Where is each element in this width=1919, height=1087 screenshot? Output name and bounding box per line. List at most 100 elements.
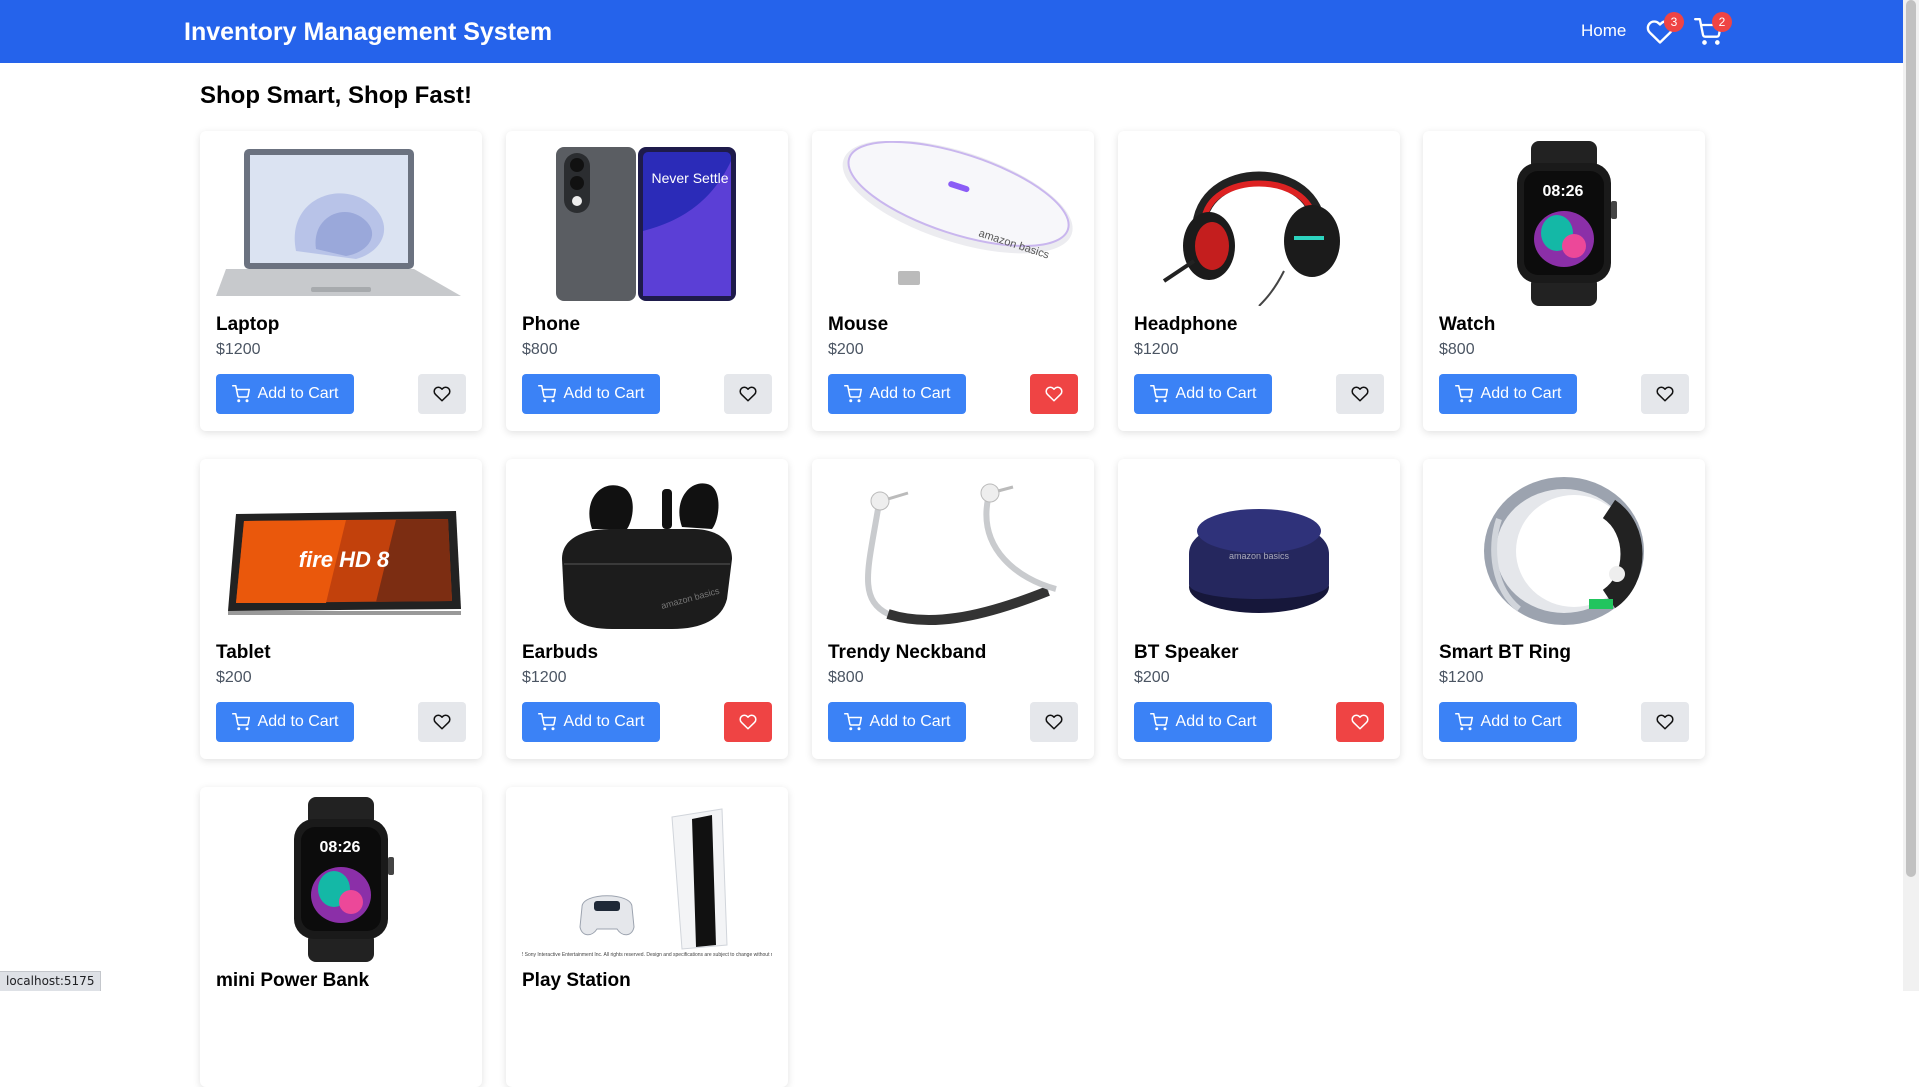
favorite-button[interactable] [418, 702, 466, 742]
product-image: amazon basics [1134, 469, 1384, 634]
cart-icon [1454, 385, 1473, 403]
cart-button[interactable]: 2 [1694, 12, 1732, 46]
add-to-cart-button[interactable]: Add to Cart [522, 374, 660, 414]
add-to-cart-label: Add to Cart [1480, 713, 1562, 730]
heart-icon [1045, 714, 1063, 730]
product-name: Watch [1439, 314, 1496, 335]
app-brand[interactable]: Inventory Management System [184, 18, 552, 47]
add-to-cart-button[interactable]: Add to Cart [522, 702, 660, 742]
product-name: Trendy Neckband [828, 642, 987, 663]
watch-time-text: 08:26 [320, 839, 361, 856]
product-name: Mouse [828, 314, 889, 335]
add-to-cart-label: Add to Cart [1480, 385, 1562, 402]
nav-home-link[interactable]: Home [1581, 21, 1626, 41]
product-price: $200 [216, 669, 252, 686]
product-price: $1200 [1134, 341, 1179, 358]
cart-icon [843, 385, 862, 403]
scrollbar-thumb[interactable] [1906, 0, 1916, 877]
add-to-cart-label: Add to Cart [1175, 713, 1257, 730]
add-to-cart-button[interactable]: Add to Cart [1439, 702, 1577, 742]
product-image [828, 469, 1078, 634]
page-title: Shop Smart, Shop Fast! [200, 82, 473, 109]
product-image: amazon basics [828, 141, 1078, 306]
page-scrollbar[interactable] [1903, 0, 1919, 991]
browser-status-url: localhost:5175 [0, 971, 102, 991]
heart-icon [1351, 714, 1369, 730]
phone-screen-text: Never Settle [651, 170, 728, 186]
add-to-cart-button[interactable]: Add to Cart [1134, 702, 1272, 742]
add-to-cart-label: Add to Cart [563, 385, 645, 402]
product-image: 08:26 [1439, 141, 1689, 306]
product-card: Headphone $1200 Add to Cart [1118, 131, 1400, 431]
add-to-cart-label: Add to Cart [563, 713, 645, 730]
product-name: Tablet [216, 642, 271, 663]
product-name: mini Power Bank [216, 970, 370, 991]
wishlist-count-badge: 3 [1664, 12, 1684, 32]
add-to-cart-button[interactable]: Add to Cart [1134, 374, 1272, 414]
product-image [1439, 469, 1689, 634]
product-price: $800 [1439, 341, 1475, 358]
cart-icon [537, 385, 556, 403]
add-to-cart-button[interactable]: Add to Cart [828, 702, 966, 742]
favorite-button[interactable] [418, 374, 466, 414]
product-card: Never Settle Phone $800 Add to Cart [506, 131, 788, 431]
favorite-button[interactable] [1336, 702, 1384, 742]
product-card: fire HD 8 Tablet $200 Add to Cart [200, 459, 482, 759]
add-to-cart-button[interactable]: Add to Cart [216, 374, 354, 414]
playstation-fineprint-text: ©2022 Sony Interactive Entertainment Inc… [522, 951, 772, 958]
cart-icon [231, 385, 250, 403]
product-card: ©2022 Sony Interactive Entertainment Inc… [506, 787, 788, 1087]
favorite-button[interactable] [1030, 374, 1078, 414]
product-name: Headphone [1134, 314, 1238, 335]
add-to-cart-label: Add to Cart [869, 385, 951, 402]
product-card: 08:26 mini Power Bank [200, 787, 482, 1087]
product-image [216, 141, 466, 306]
favorite-button[interactable] [724, 702, 772, 742]
wishlist-button[interactable]: 3 [1646, 12, 1684, 46]
product-image: amazon basics [522, 469, 772, 634]
favorite-button[interactable] [1336, 374, 1384, 414]
product-name: Play Station [522, 970, 631, 991]
product-card: Laptop $1200 Add to Cart [200, 131, 482, 431]
product-price: $200 [828, 341, 864, 358]
heart-icon [739, 714, 757, 730]
add-to-cart-label: Add to Cart [1175, 385, 1257, 402]
add-to-cart-button[interactable]: Add to Cart [1439, 374, 1577, 414]
product-name: Smart BT Ring [1439, 642, 1571, 663]
product-price: $800 [828, 669, 864, 686]
cart-icon [843, 713, 862, 731]
product-name: BT Speaker [1134, 642, 1239, 663]
product-card: Smart BT Ring $1200 Add to Cart [1423, 459, 1705, 759]
product-price: $1200 [1439, 669, 1484, 686]
cart-icon [537, 713, 556, 731]
add-to-cart-label: Add to Cart [257, 713, 339, 730]
favorite-button[interactable] [1030, 702, 1078, 742]
svg-text:amazon basics: amazon basics [1229, 551, 1290, 561]
product-card: amazon basics BT Speaker $200 Add to Car… [1118, 459, 1400, 759]
cart-icon [1149, 385, 1168, 403]
cart-icon [1454, 713, 1473, 731]
product-price: $800 [522, 341, 558, 358]
product-image: Never Settle [522, 141, 772, 306]
product-price: $200 [1134, 669, 1170, 686]
heart-icon [433, 386, 451, 402]
product-image: ©2022 Sony Interactive Entertainment Inc… [522, 797, 772, 962]
favorite-button[interactable] [1641, 702, 1689, 742]
tablet-screen-text: fire HD 8 [299, 547, 390, 572]
favorite-button[interactable] [724, 374, 772, 414]
heart-icon [739, 386, 757, 402]
add-to-cart-button[interactable]: Add to Cart [828, 374, 966, 414]
heart-icon [1656, 386, 1674, 402]
favorite-button[interactable] [1641, 374, 1689, 414]
product-image: fire HD 8 [216, 469, 466, 634]
product-image [1134, 141, 1384, 306]
heart-icon [1351, 386, 1369, 402]
add-to-cart-button[interactable]: Add to Cart [216, 702, 354, 742]
watch-time-text: 08:26 [1543, 183, 1584, 200]
product-image: 08:26 [216, 797, 466, 962]
product-card: amazon basics Mouse $200 Add to Cart [812, 131, 1094, 431]
product-price: $1200 [522, 669, 567, 686]
product-name: Laptop [216, 314, 280, 335]
cart-icon [231, 713, 250, 731]
add-to-cart-label: Add to Cart [257, 385, 339, 402]
